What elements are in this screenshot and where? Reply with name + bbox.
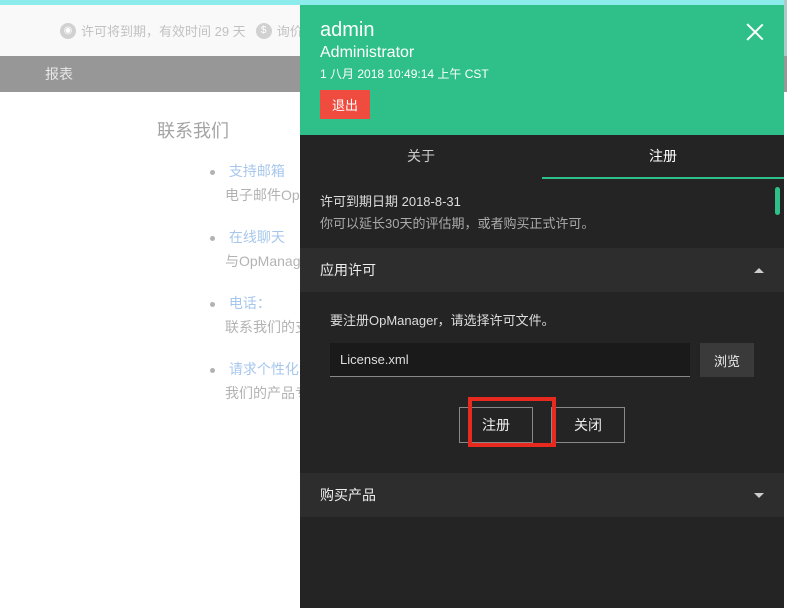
chevron-up-icon: [754, 268, 764, 273]
contact-link[interactable]: 电话：: [229, 295, 271, 311]
license-expiry-badge[interactable]: ◉ 许可将到期，有效时间 29 天: [60, 21, 246, 40]
license-expire-date: 许可到期日期 2018-8-31: [320, 191, 764, 210]
chevron-down-icon: [754, 493, 764, 498]
admin-panel: admin Administrator 1 八月 2018 10:49:14 上…: [300, 5, 784, 608]
file-row: 浏览: [330, 343, 754, 377]
user-icon: ◉: [60, 23, 76, 39]
username: admin: [320, 19, 764, 42]
browse-button[interactable]: 浏览: [700, 343, 754, 377]
close-icon[interactable]: [744, 21, 766, 43]
dollar-icon: $: [256, 23, 272, 39]
license-file-input[interactable]: [330, 343, 690, 377]
accordion-purchase[interactable]: 购买产品: [300, 473, 784, 517]
logout-button[interactable]: 退出: [320, 90, 370, 119]
scrollbar-thumb[interactable]: [775, 187, 780, 215]
close-button[interactable]: 关闭: [551, 407, 625, 443]
tab-register[interactable]: 注册: [542, 135, 784, 179]
license-expiry-text: 许可将到期，有效时间 29 天: [81, 21, 246, 40]
accordion-label: 购买产品: [320, 485, 376, 505]
panel-header: admin Administrator 1 八月 2018 10:49:14 上…: [300, 5, 784, 135]
accordion-label: 应用许可: [320, 260, 376, 280]
contact-link[interactable]: 支持邮箱: [229, 163, 285, 179]
license-info: 许可到期日期 2018-8-31 你可以延长30天的评估期，或者购买正式许可。: [300, 179, 784, 244]
license-desc: 你可以延长30天的评估期，或者购买正式许可。: [320, 213, 764, 232]
register-button[interactable]: 注册: [459, 407, 533, 443]
tab-bar: 关于 注册: [300, 135, 784, 179]
tab-about[interactable]: 关于: [300, 135, 542, 179]
accordion-body: 要注册OpManager，请选择许可文件。 浏览 注册 关闭: [300, 292, 784, 469]
register-hint: 要注册OpManager，请选择许可文件。: [330, 310, 754, 329]
price-text: 询价: [277, 21, 303, 40]
contact-link[interactable]: 在线聊天: [229, 229, 285, 245]
price-badge[interactable]: $ 询价: [256, 21, 303, 40]
user-role: Administrator: [320, 44, 764, 62]
nav-item-reports[interactable]: 报表: [45, 64, 73, 84]
button-row: 注册 关闭: [330, 407, 754, 443]
timestamp: 1 八月 2018 10:49:14 上午 CST: [320, 65, 764, 82]
accordion-app-license[interactable]: 应用许可: [300, 248, 784, 292]
